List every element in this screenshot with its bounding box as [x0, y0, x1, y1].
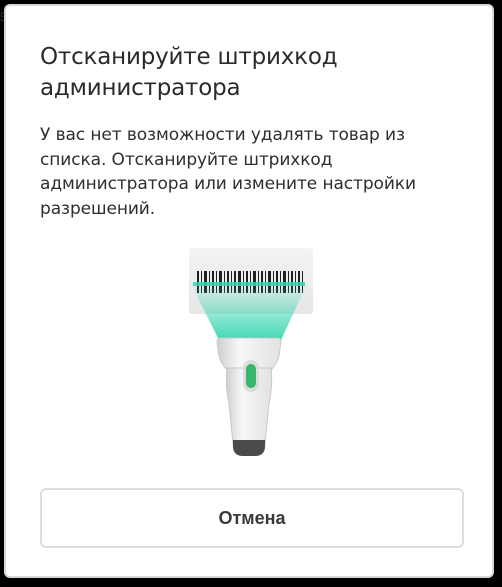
barcode-scanner-icon	[181, 244, 317, 466]
dialog-title: Отсканируйте штрихкод администратора	[40, 44, 338, 101]
admin-scan-dialog: Отсканируйте штрихкод администратора У в…	[4, 4, 494, 578]
cancel-button-label: Отмена	[218, 508, 286, 528]
screen: 5. Отсканируйте штрихкод администратора …	[0, 0, 502, 587]
cancel-button[interactable]: Отмена	[40, 488, 464, 548]
dialog-message: У вас нет возможности удалять товар из с…	[40, 125, 416, 219]
